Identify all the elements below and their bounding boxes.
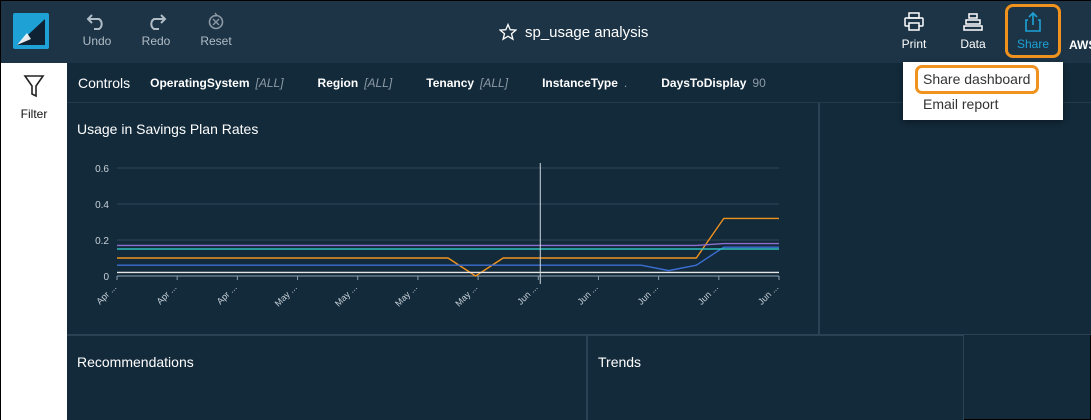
usage-line-chart[interactable]: 0 0.2 0.4 0.6 Apr ... Apr ... Apr ... May ... Ma…: [67, 103, 819, 335]
share-dashboard-menu-item[interactable]: Share dashboard: [923, 71, 1030, 87]
control-instance-type[interactable]: InstanceType .: [542, 76, 627, 90]
reset-icon: [208, 12, 224, 30]
control-value: [ALL]: [480, 75, 509, 90]
x-tick-label: Apr ...: [94, 282, 118, 306]
control-value: [ALL]: [255, 75, 284, 90]
printer-icon: [904, 12, 924, 31]
y-tick-label: 0.2: [95, 236, 109, 247]
control-name: Region: [317, 75, 359, 90]
x-tick-label: Apr ...: [215, 282, 239, 306]
left-rail: Filter: [1, 63, 67, 420]
control-name: DaysToDisplay: [661, 75, 747, 90]
x-tick-label: May ...: [453, 282, 479, 308]
control-name: Tenancy: [426, 75, 475, 90]
reset-label: Reset: [200, 34, 232, 48]
control-region[interactable]: Region [ALL]: [318, 76, 393, 90]
filter-button[interactable]: Filter: [13, 73, 55, 121]
redo-icon: [150, 14, 167, 30]
control-value: 90: [752, 75, 766, 90]
x-tick-label: Jun ...: [756, 282, 780, 306]
usage-visual[interactable]: Usage in Savings Plan Rates 0 0.2 0.4 0.6 Ap…: [67, 103, 819, 335]
control-days-to-display[interactable]: DaysToDisplay 90: [661, 76, 766, 90]
undo-button[interactable]: Undo: [72, 11, 122, 57]
share-menu: Share dashboard Email report: [903, 62, 1063, 120]
y-tick-label: 0.4: [95, 200, 109, 211]
data-button[interactable]: Data: [956, 11, 990, 57]
print-button[interactable]: Print: [897, 11, 931, 57]
account-menu[interactable]: AWS: [1069, 38, 1091, 52]
quicksight-logo[interactable]: [13, 13, 49, 49]
email-report-menu-item[interactable]: Email report: [923, 96, 998, 112]
control-value: [ALL]: [364, 75, 393, 90]
series-line-1: [117, 242, 779, 247]
analysis-title-area: sp_usage analysis: [499, 21, 648, 43]
empty-visual-slot: [819, 103, 1091, 335]
control-tenancy[interactable]: Tenancy [ALL]: [426, 76, 508, 90]
data-stack-icon: [963, 13, 983, 31]
series-line-2: [117, 246, 779, 272]
filter-label: Filter: [20, 107, 48, 121]
trends-title: Trends: [598, 354, 642, 370]
x-tick-label: Apr ...: [155, 282, 179, 306]
series-line-0: [117, 217, 779, 277]
x-tick-label: Jun ...: [636, 282, 660, 306]
share-highlight-annotation: [1005, 4, 1061, 58]
y-tick-label: 0.6: [95, 164, 109, 175]
analysis-title[interactable]: sp_usage analysis: [525, 24, 648, 41]
control-name: InstanceType: [542, 75, 618, 90]
top-toolbar: Undo Redo Reset sp_usage analysis Print: [1, 1, 1091, 63]
redo-button[interactable]: Redo: [131, 11, 181, 57]
print-label: Print: [901, 37, 927, 51]
x-tick-label: May ...: [273, 282, 299, 308]
recommendations-title: Recommendations: [77, 354, 194, 370]
control-name: OperatingSystem: [150, 75, 250, 90]
data-label: Data: [960, 37, 986, 51]
reset-button[interactable]: Reset: [191, 11, 241, 57]
x-tick-label: Jun ...: [575, 282, 599, 306]
controls-title[interactable]: Controls: [78, 75, 130, 91]
x-tick-label: Jun ...: [696, 282, 720, 306]
undo-icon: [86, 14, 103, 30]
undo-label: Undo: [82, 34, 112, 48]
star-icon[interactable]: [499, 23, 517, 41]
x-tick-label: May ...: [393, 282, 419, 308]
x-tick-label: Jun ...: [515, 282, 539, 306]
filter-funnel-icon: [23, 75, 45, 98]
control-value: .: [623, 75, 628, 90]
trends-visual[interactable]: Trends: [587, 335, 964, 420]
redo-label: Redo: [141, 34, 171, 48]
control-operating-system[interactable]: OperatingSystem [ALL]: [150, 76, 283, 90]
recommendations-visual[interactable]: Recommendations: [67, 335, 587, 420]
y-tick-label: 0: [103, 272, 109, 283]
x-tick-label: May ...: [333, 282, 359, 308]
